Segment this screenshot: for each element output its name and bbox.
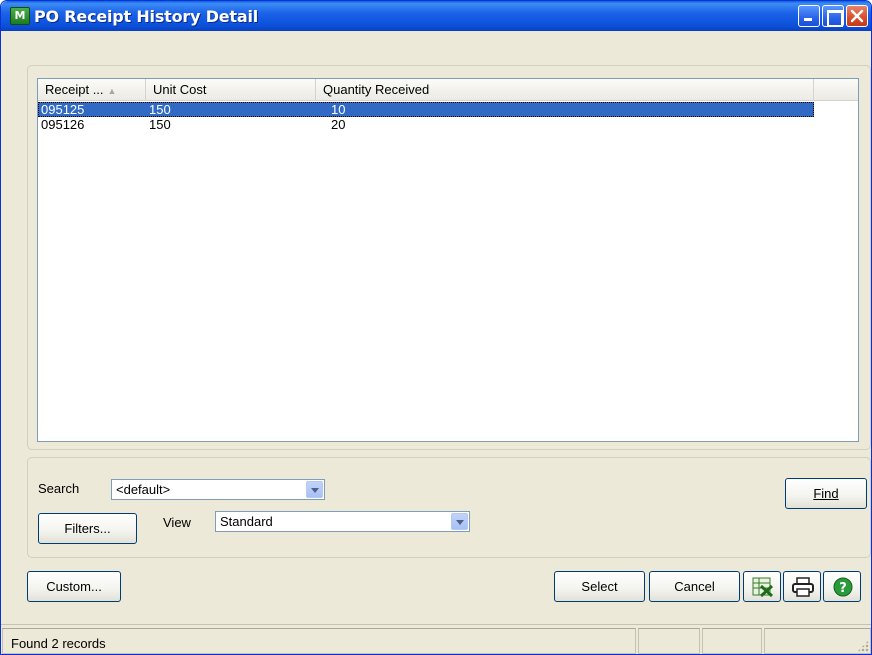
minimize-button[interactable] (798, 5, 820, 27)
status-section (764, 628, 871, 654)
column-header-unit-cost[interactable]: Unit Cost (146, 79, 316, 101)
excel-icon (752, 577, 774, 597)
app-icon: M (10, 7, 30, 25)
receipt-listview[interactable]: Receipt ... ▲ Unit Cost Quantity Received… (37, 78, 859, 442)
cell-quantity: 10 (331, 102, 346, 117)
status-section (702, 628, 762, 654)
find-button[interactable]: Find (785, 478, 867, 509)
chevron-down-icon[interactable] (306, 481, 323, 498)
search-select-value: <default> (116, 482, 171, 497)
status-section (638, 628, 700, 654)
custom-button[interactable]: Custom... (27, 571, 121, 602)
sort-ascending-icon: ▲ (107, 86, 117, 96)
search-select[interactable]: <default> (111, 479, 325, 500)
view-select[interactable]: Standard (215, 511, 470, 532)
close-icon (850, 9, 864, 23)
maximize-button[interactable] (822, 5, 844, 27)
table-row[interactable]: 095125 150 10 (38, 102, 814, 117)
cell-receipt: 095125 (41, 102, 85, 117)
view-label: View (163, 515, 191, 530)
po-receipt-history-window: M PO Receipt History Detail Receipt ... ▲… (0, 0, 872, 655)
view-select-value: Standard (220, 514, 273, 529)
svg-text:?: ? (839, 581, 847, 596)
title-bar[interactable]: M PO Receipt History Detail (1, 1, 871, 31)
table-row[interactable]: 095126 150 20 (38, 117, 814, 132)
cell-receipt: 095126 (41, 117, 85, 132)
cancel-button[interactable]: Cancel (649, 571, 740, 602)
search-panel (27, 457, 871, 558)
cell-unit-cost: 150 (149, 117, 171, 132)
status-section-main: Found 2 records (2, 628, 636, 654)
window-title: PO Receipt History Detail (34, 7, 259, 26)
printer-icon (792, 577, 814, 597)
close-button[interactable] (846, 5, 868, 27)
help-button[interactable]: ? (823, 571, 861, 602)
export-excel-button[interactable] (743, 571, 781, 602)
column-header-receipt[interactable]: Receipt ... ▲ (38, 79, 146, 101)
help-icon: ? (833, 577, 853, 597)
cell-quantity: 20 (331, 117, 346, 132)
status-bar: Found 2 records (1, 624, 871, 654)
search-label: Search (38, 481, 80, 496)
filters-button[interactable]: Filters... (38, 513, 137, 544)
select-button[interactable]: Select (554, 571, 645, 602)
chevron-down-icon[interactable] (451, 513, 468, 530)
print-button[interactable] (783, 571, 821, 602)
list-header: Receipt ... ▲ Unit Cost Quantity Received (38, 79, 858, 101)
column-header-quantity-received[interactable]: Quantity Received (316, 79, 814, 101)
status-text: Found 2 records (11, 636, 106, 651)
cell-unit-cost: 150 (149, 102, 171, 117)
